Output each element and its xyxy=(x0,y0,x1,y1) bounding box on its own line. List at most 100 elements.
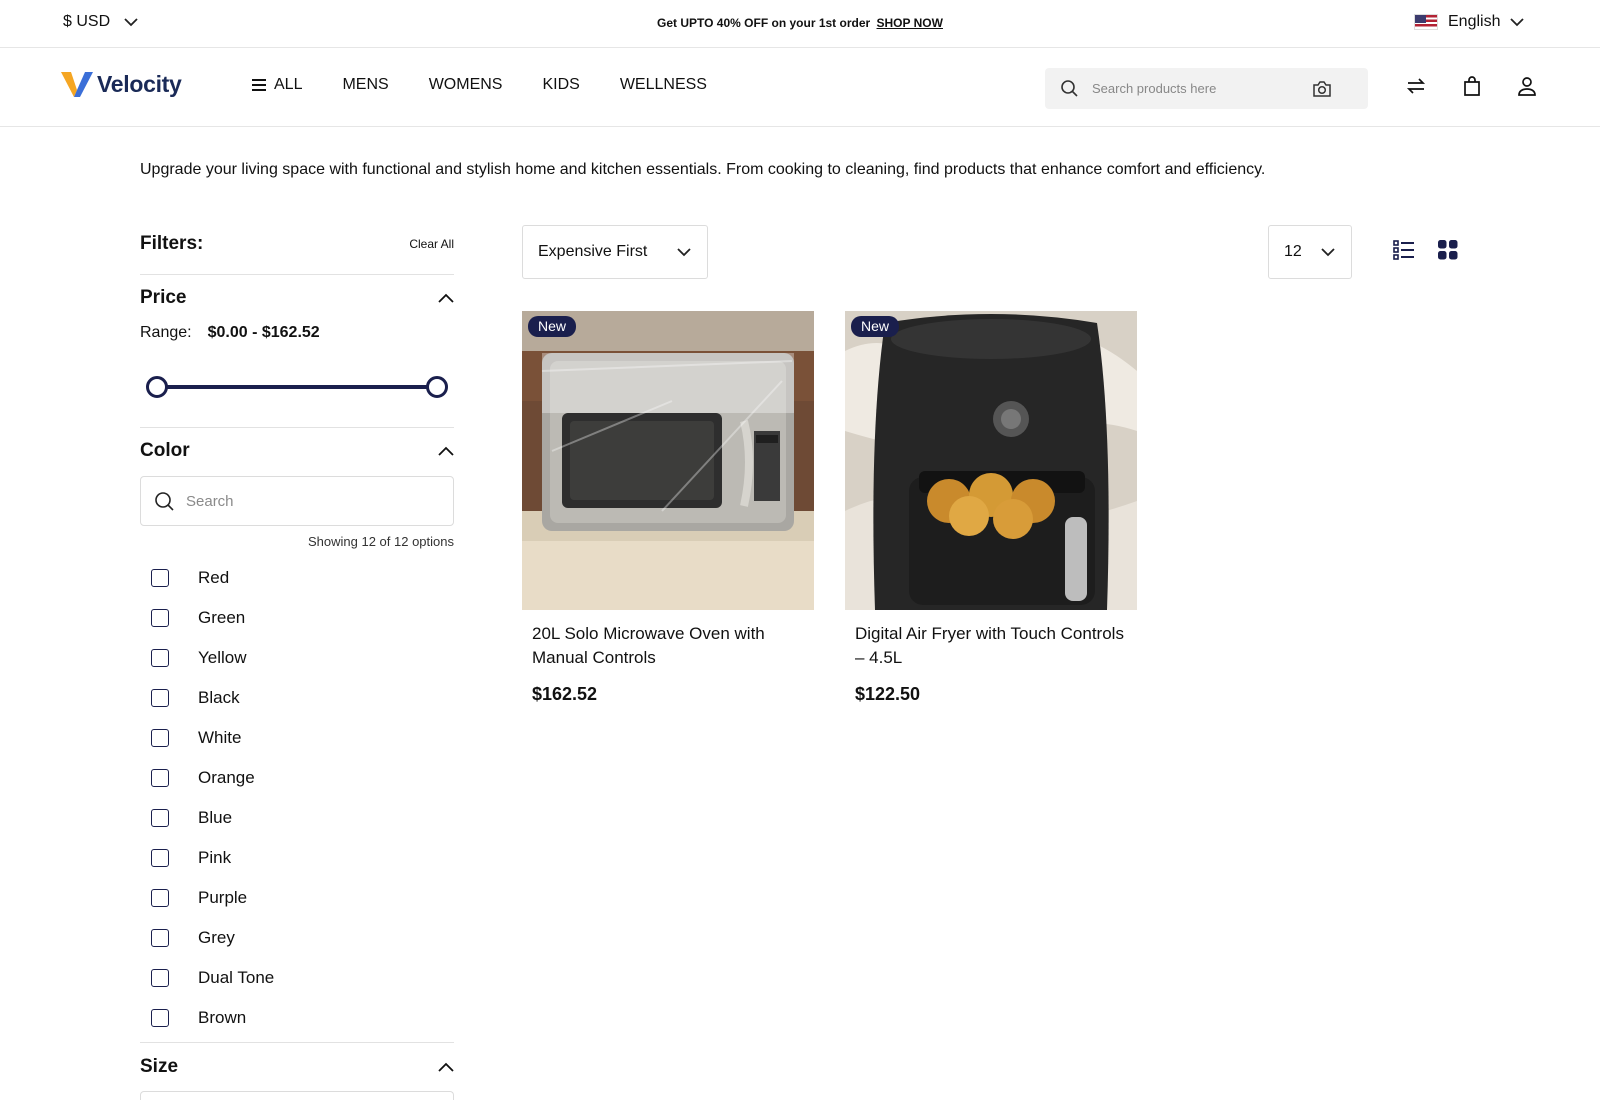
color-option-label: Blue xyxy=(198,808,233,827)
color-option-purple[interactable]: Purple xyxy=(151,878,274,918)
product-image-microwave[interactable]: New xyxy=(522,311,814,610)
color-option-label: White xyxy=(198,728,242,747)
per-page-selected-value: 12 xyxy=(1284,243,1302,260)
product-card[interactable]: New Digital Air Fryer with Touch Control… xyxy=(845,311,1137,705)
checkbox[interactable] xyxy=(151,849,169,867)
sort-select[interactable]: Expensive First xyxy=(522,225,708,279)
checkbox[interactable] xyxy=(151,609,169,627)
size-section-toggle[interactable]: Size xyxy=(140,1056,454,1078)
color-search-input[interactable] xyxy=(186,492,426,510)
filters-header: Filters: Clear All xyxy=(140,233,454,255)
compare-icon[interactable] xyxy=(1406,76,1426,96)
microwave-image xyxy=(522,311,814,610)
divider xyxy=(140,427,454,428)
new-badge: New xyxy=(851,316,900,337)
nav-all[interactable]: ALL xyxy=(252,76,302,94)
user-icon[interactable] xyxy=(1518,76,1536,96)
color-option-green[interactable]: Green xyxy=(151,598,274,638)
search-icon xyxy=(1061,80,1078,97)
color-option-label: Yellow xyxy=(198,648,247,667)
price-range-label: Range: xyxy=(140,324,192,341)
color-option-dual-tone[interactable]: Dual Tone xyxy=(151,958,274,998)
price-range-value: $0.00 - $162.52 xyxy=(207,324,320,341)
grid-view-icon[interactable] xyxy=(1438,240,1458,260)
product-image-air-fryer[interactable]: New xyxy=(845,311,1137,610)
chevron-down-icon xyxy=(1510,17,1525,26)
chevron-up-icon xyxy=(438,293,454,303)
sort-selected-value: Expensive First xyxy=(538,243,648,260)
color-section-toggle[interactable]: Color xyxy=(140,440,454,462)
product-title[interactable]: 20L Solo Microwave Oven with Manual Cont… xyxy=(532,622,804,670)
search-input[interactable] xyxy=(1092,81,1312,96)
announcement-bar: $ USD Get UPTO 40% OFF on your 1st order… xyxy=(0,0,1600,48)
checkbox[interactable] xyxy=(151,649,169,667)
product-card[interactable]: New 20L Solo Microwave Oven with Manual … xyxy=(522,311,814,705)
bag-icon[interactable] xyxy=(1463,76,1481,96)
color-option-label: Green xyxy=(198,608,246,627)
price-slider-min-handle[interactable] xyxy=(146,376,168,398)
color-option-label: Dual Tone xyxy=(198,968,275,987)
price-slider-max-handle[interactable] xyxy=(426,376,448,398)
chevron-up-icon xyxy=(438,1062,454,1072)
nav-kids[interactable]: KIDS xyxy=(542,76,579,94)
nav-mens[interactable]: MENS xyxy=(342,76,388,94)
promo-text: Get UPTO 40% OFF on your 1st order xyxy=(657,16,871,30)
color-option-black[interactable]: Black xyxy=(151,678,274,718)
checkbox[interactable] xyxy=(151,929,169,947)
checkbox[interactable] xyxy=(151,889,169,907)
nav-wellness[interactable]: WELLNESS xyxy=(620,76,707,94)
checkbox[interactable] xyxy=(151,1009,169,1027)
color-option-pink[interactable]: Pink xyxy=(151,838,274,878)
search-icon xyxy=(155,491,174,511)
color-section-title: Color xyxy=(140,440,190,461)
price-section-toggle[interactable]: Price xyxy=(140,287,454,309)
color-option-label: Orange xyxy=(198,768,255,787)
size-search-box[interactable] xyxy=(140,1091,454,1100)
color-options-count: Showing 12 of 12 options xyxy=(308,534,454,549)
promo-banner: Get UPTO 40% OFF on your 1st order SHOP … xyxy=(0,16,1600,30)
color-option-label: Purple xyxy=(198,888,248,907)
clear-all-button[interactable]: Clear All xyxy=(409,237,454,251)
chevron-up-icon xyxy=(438,446,454,456)
nav-all-label: ALL xyxy=(274,76,303,93)
camera-icon[interactable] xyxy=(1312,80,1332,98)
color-option-label: Brown xyxy=(198,1008,247,1027)
color-option-label: Black xyxy=(198,688,240,707)
size-section-title: Size xyxy=(140,1056,179,1077)
product-title[interactable]: Digital Air Fryer with Touch Controls – … xyxy=(855,622,1127,670)
velocity-logo-mark-icon xyxy=(61,72,93,97)
divider xyxy=(140,1042,454,1043)
color-option-grey[interactable]: Grey xyxy=(151,918,274,958)
color-option-blue[interactable]: Blue xyxy=(151,798,274,838)
color-option-white[interactable]: White xyxy=(151,718,274,758)
language-label: English xyxy=(1448,13,1501,30)
main-nav: ALL MENS WOMENS KIDS WELLNESS xyxy=(252,76,747,94)
language-selector[interactable]: English xyxy=(1414,13,1525,31)
color-search-box xyxy=(140,476,454,526)
price-section-title: Price xyxy=(140,287,187,308)
filters-title: Filters: xyxy=(140,233,204,254)
logo-text: Velocity xyxy=(97,70,182,97)
color-option-red[interactable]: Red xyxy=(151,558,274,598)
checkbox[interactable] xyxy=(151,729,169,747)
shop-now-link[interactable]: SHOP NOW xyxy=(877,16,943,30)
color-option-orange[interactable]: Orange xyxy=(151,758,274,798)
checkbox[interactable] xyxy=(151,809,169,827)
color-option-yellow[interactable]: Yellow xyxy=(151,638,274,678)
nav-womens[interactable]: WOMENS xyxy=(429,76,503,94)
list-view-icon[interactable] xyxy=(1393,240,1415,260)
category-description: Upgrade your living space with functiona… xyxy=(140,161,1266,178)
chevron-down-icon xyxy=(677,247,691,256)
color-option-brown[interactable]: Brown xyxy=(151,998,274,1038)
per-page-select[interactable]: 12 xyxy=(1268,225,1352,279)
air-fryer-image xyxy=(845,311,1137,610)
price-slider-track[interactable] xyxy=(157,385,437,389)
color-option-label: Grey xyxy=(198,928,235,947)
us-flag-icon xyxy=(1414,14,1438,30)
main-header: Velocity ALL MENS WOMENS KIDS WELLNESS xyxy=(0,48,1600,127)
checkbox[interactable] xyxy=(151,689,169,707)
checkbox[interactable] xyxy=(151,969,169,987)
checkbox[interactable] xyxy=(151,769,169,787)
logo[interactable]: Velocity xyxy=(61,70,182,98)
checkbox[interactable] xyxy=(151,569,169,587)
